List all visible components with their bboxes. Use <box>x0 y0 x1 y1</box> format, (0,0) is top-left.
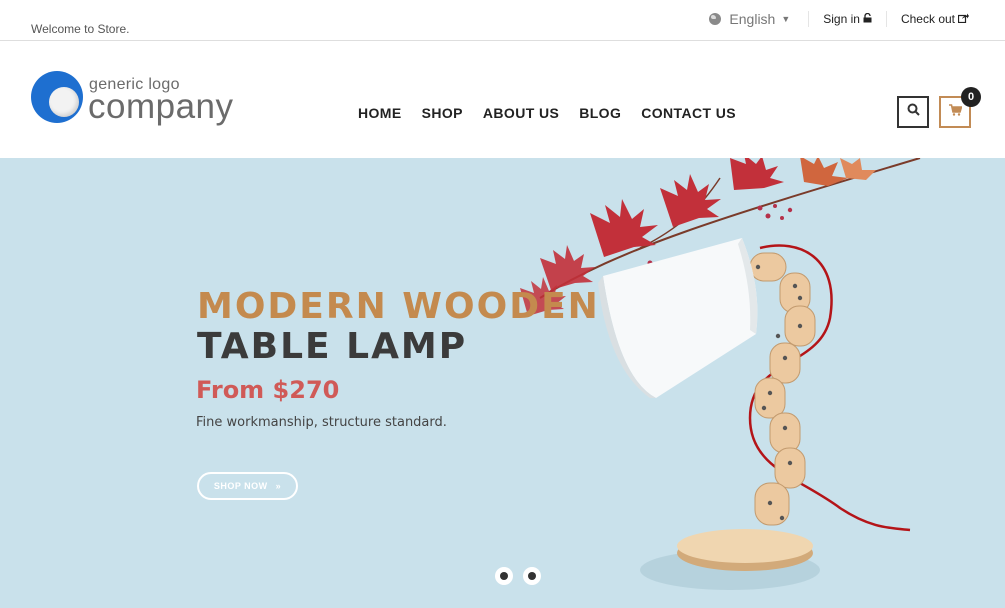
caret-down-icon: ▼ <box>781 14 791 24</box>
top-bar: Welcome to Store. English ▼ Sign in Chec… <box>0 0 1005 41</box>
welcome-text: Welcome to Store. <box>31 22 130 36</box>
logo-wordmark: company <box>88 87 234 126</box>
wooden-chain-arm <box>749 252 816 526</box>
shop-now-button[interactable]: SHOP NOW » <box>197 472 298 500</box>
share-icon <box>957 13 969 26</box>
language-label: English <box>729 11 776 27</box>
cart-icon <box>948 103 963 121</box>
search-button[interactable] <box>897 96 929 128</box>
logo-mark-icon <box>31 71 83 123</box>
search-icon <box>907 103 920 121</box>
hero-title-line2: TABLE LAMP <box>197 326 468 367</box>
lamp-product-image <box>520 158 921 590</box>
cart-count-badge: 0 <box>961 87 981 107</box>
sign-in-label: Sign in <box>823 12 860 26</box>
nav-item-home[interactable]: HOME <box>358 105 402 121</box>
language-selector[interactable]: English ▼ <box>709 11 810 27</box>
lamp-shade <box>598 238 758 398</box>
unlock-icon <box>863 12 872 26</box>
nav-item-shop[interactable]: SHOP <box>422 105 463 121</box>
chevron-right-icon: » <box>275 481 282 491</box>
hero-title-line1: MODERN WOODEN <box>197 286 600 327</box>
nav-item-contact-us[interactable]: CONTACT US <box>641 105 736 121</box>
sign-in-link[interactable]: Sign in <box>809 11 887 27</box>
company-logo[interactable]: generic logo company <box>31 71 251 127</box>
nav-item-blog[interactable]: BLOG <box>579 105 621 121</box>
header: generic logo company HOME SHOP ABOUT US … <box>0 41 1005 158</box>
hero-description: Fine workmanship, structure standard. <box>196 415 447 430</box>
hero-price: From $270 <box>196 376 340 404</box>
nav-item-about-us[interactable]: ABOUT US <box>483 105 559 121</box>
hero-slider: MODERN WOODEN TABLE LAMP From $270 Fine … <box>0 158 1005 608</box>
top-links: English ▼ Sign in Check out <box>709 11 969 27</box>
check-out-link[interactable]: Check out <box>887 11 969 27</box>
main-nav: HOME SHOP ABOUT US BLOG CONTACT US <box>358 105 736 121</box>
globe-icon <box>709 13 722 25</box>
shop-now-label: SHOP NOW <box>213 481 268 491</box>
check-out-label: Check out <box>900 12 955 26</box>
